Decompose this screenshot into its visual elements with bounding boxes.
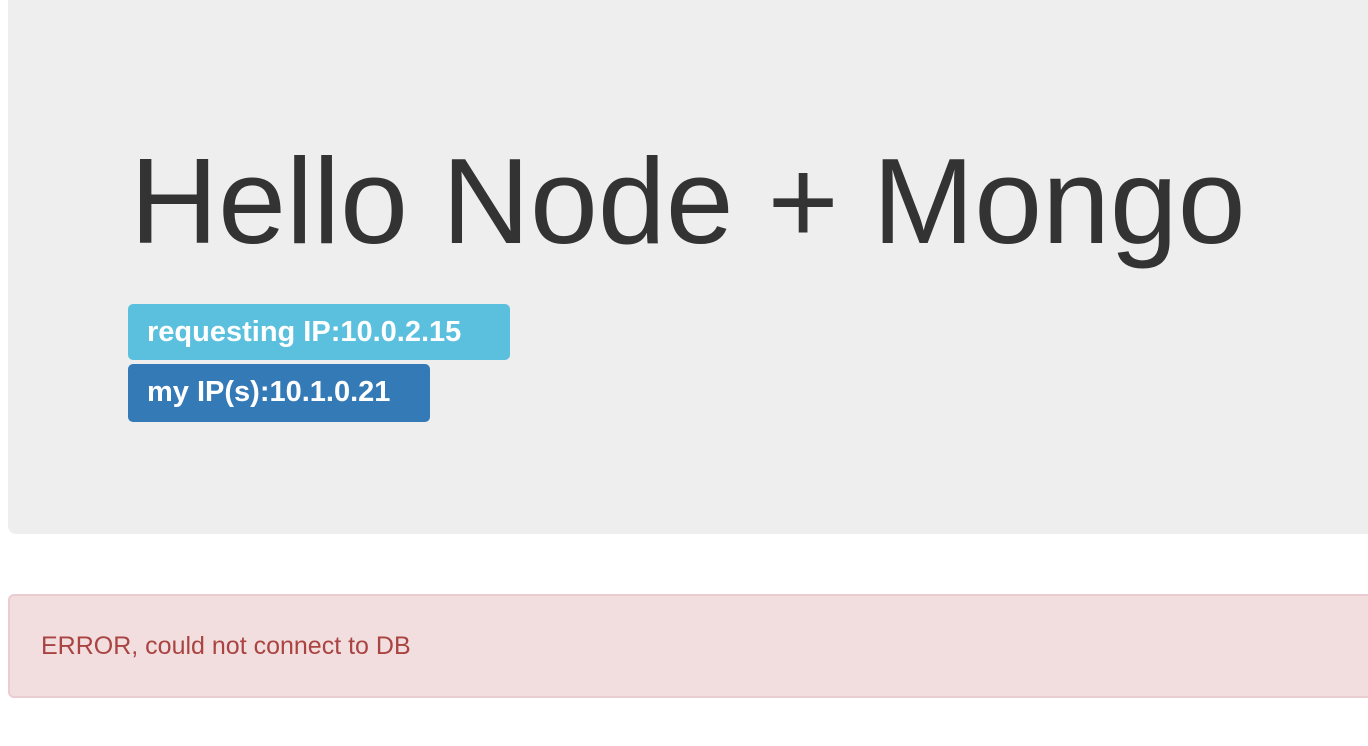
- page: Hello Node + Mongo requesting IP:10.0.2.…: [0, 0, 1368, 746]
- error-alert-message: ERROR, could not connect to DB: [41, 632, 411, 660]
- my-ip-badge: my IP(s):10.1.0.21: [128, 364, 430, 422]
- page-title: Hello Node + Mongo: [130, 133, 1246, 269]
- error-alert: ERROR, could not connect to DB: [8, 594, 1368, 698]
- requesting-ip-badge: requesting IP:10.0.2.15: [128, 304, 510, 360]
- jumbotron: Hello Node + Mongo requesting IP:10.0.2.…: [8, 0, 1368, 534]
